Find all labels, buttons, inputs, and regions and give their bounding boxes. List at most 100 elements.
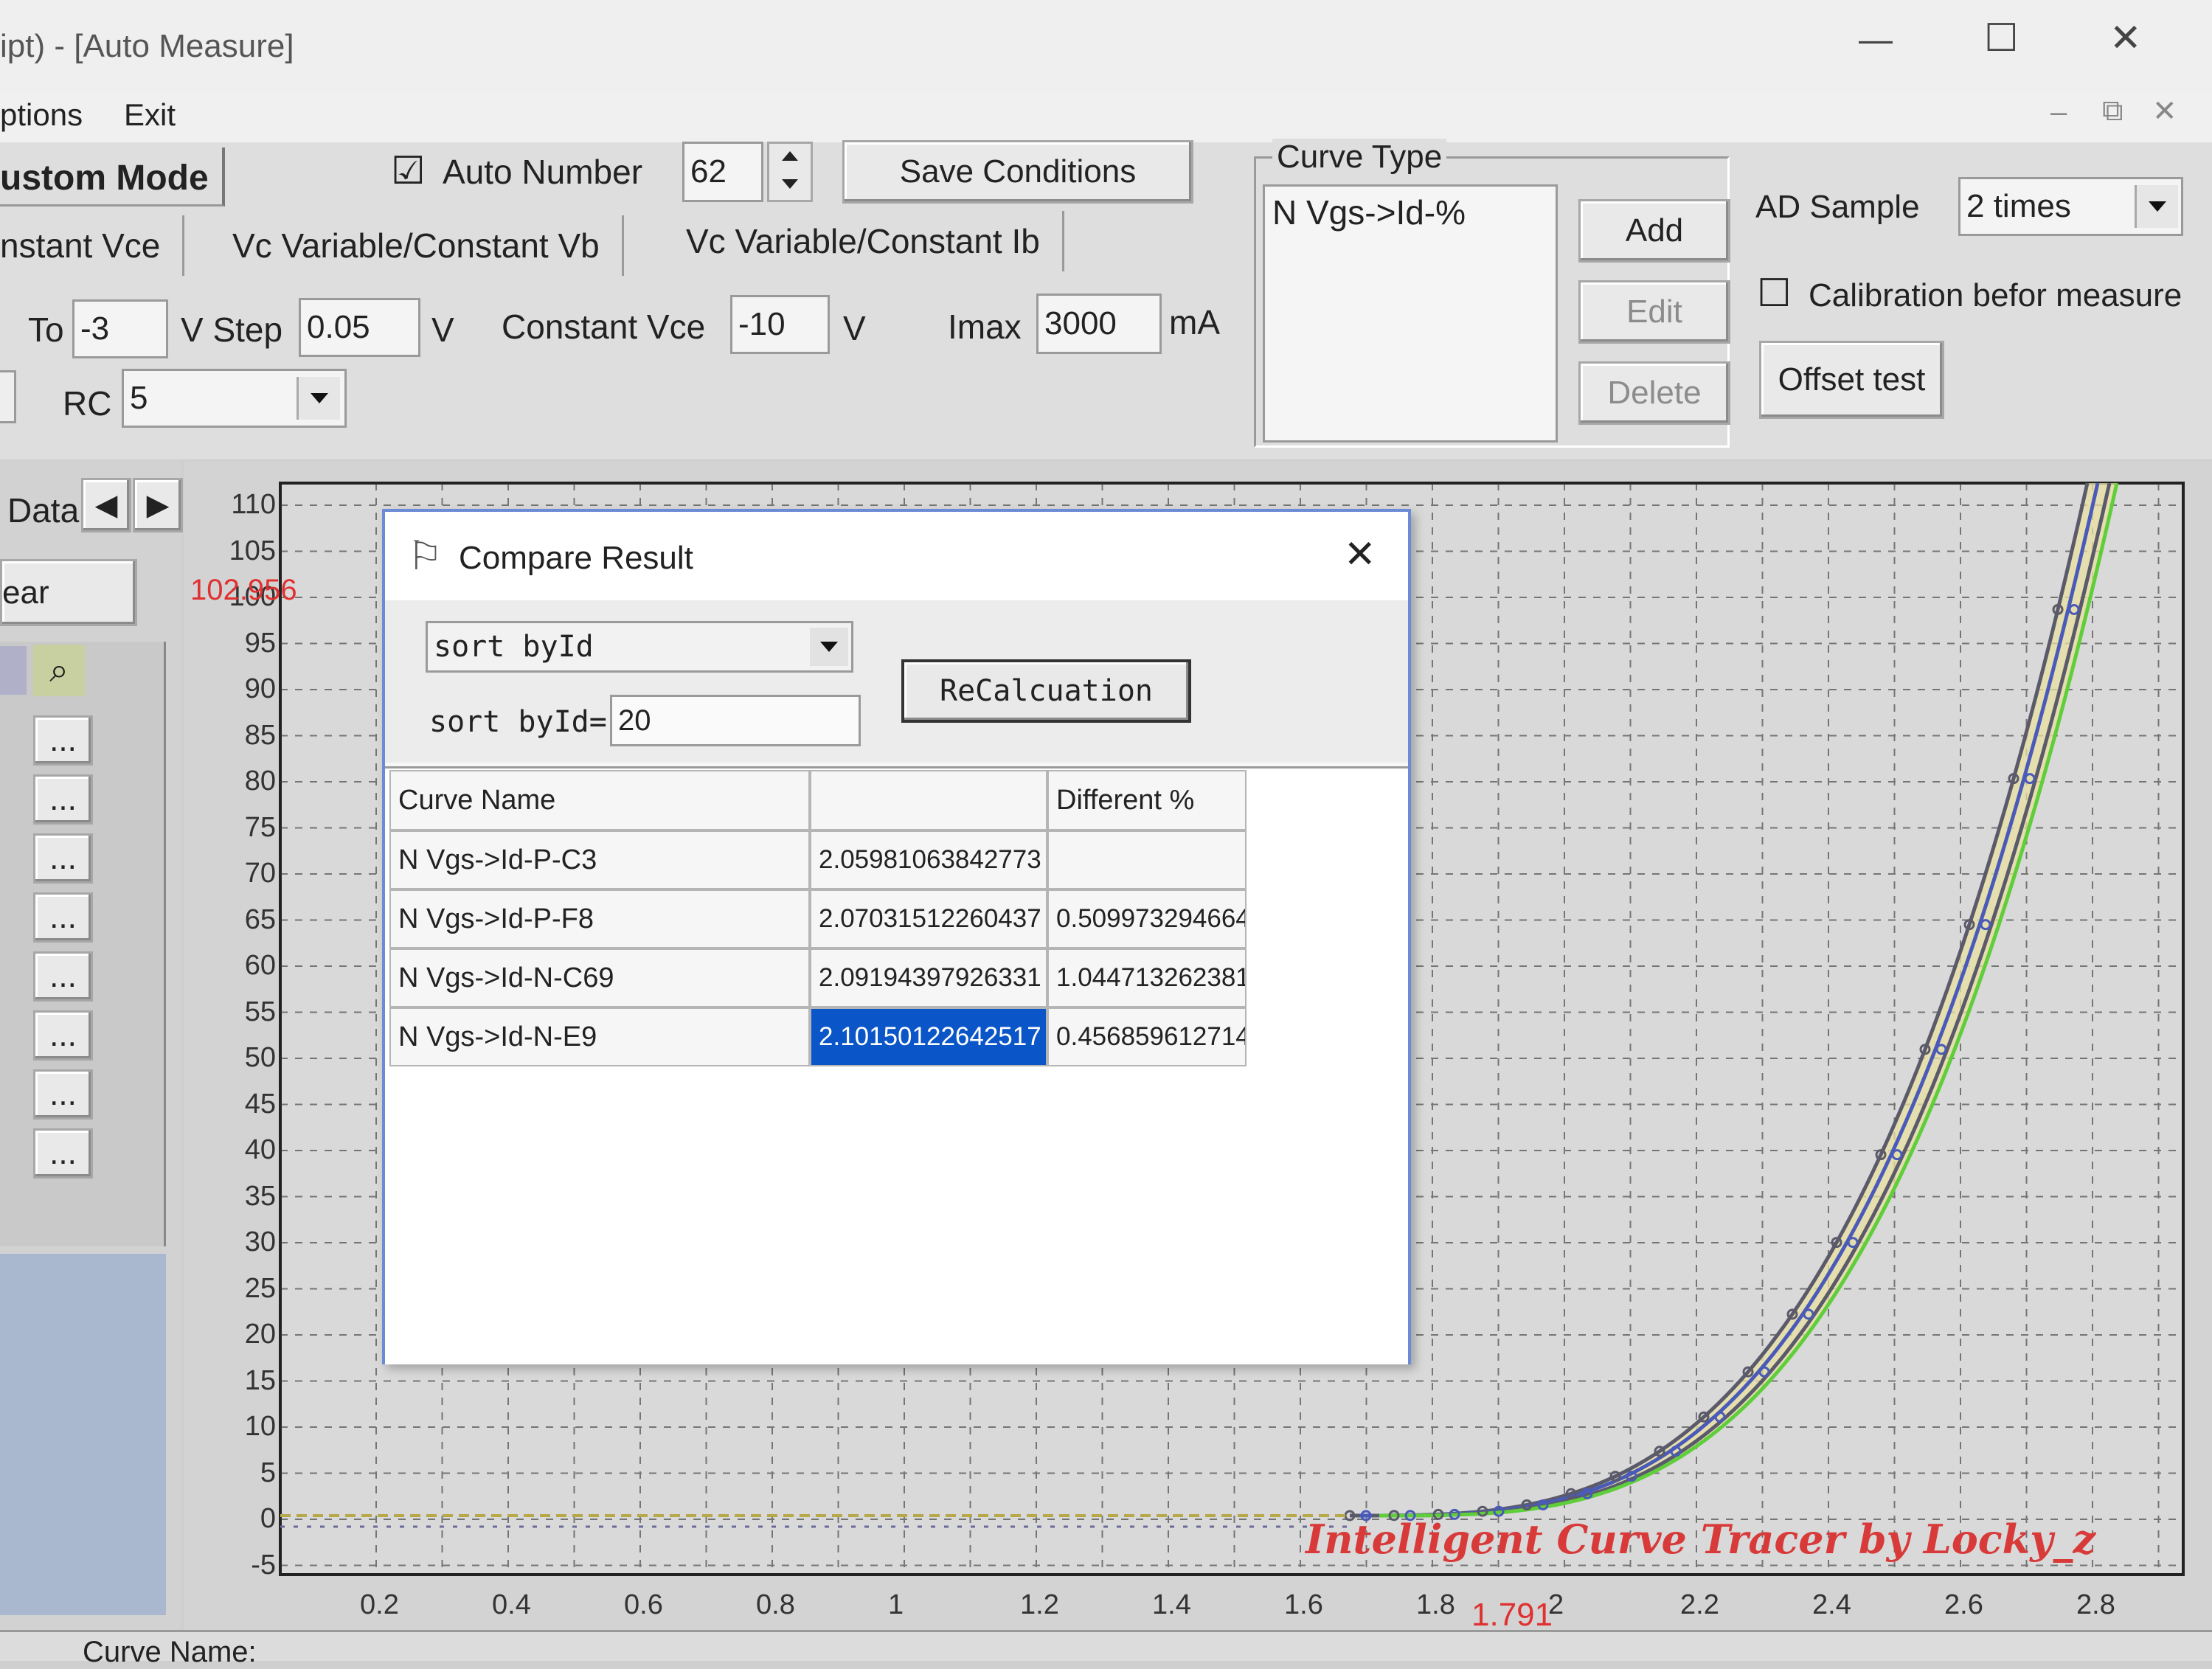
- table-row-value[interactable]: 2.07031512260437: [810, 889, 1047, 948]
- x-marker-value: 1.791: [1471, 1597, 1553, 1633]
- data-label: Data: [7, 491, 80, 530]
- calibration-checkbox[interactable]: ☐: [1757, 271, 1792, 316]
- column-header-different[interactable]: Different %: [1047, 770, 1247, 830]
- table-row-diff[interactable]: 0.456859612714: [1047, 1007, 1247, 1066]
- menu-options[interactable]: ptions: [0, 97, 83, 133]
- x-tick-label: 0.2: [360, 1589, 399, 1620]
- y-tick-label: 55: [244, 996, 276, 1027]
- tab-vc-variable-ib[interactable]: Vc Variable/Constant Ib: [664, 211, 1064, 271]
- row-button-8[interactable]: ...: [33, 1128, 93, 1179]
- y-tick-label: 10: [244, 1411, 276, 1442]
- next-arrow-button[interactable]: ▶: [133, 478, 183, 532]
- sort-select-value: sort byId: [434, 630, 594, 664]
- mdi-restore-icon[interactable]: ⧉: [2102, 94, 2123, 128]
- step-label: V Step: [181, 310, 283, 349]
- x-tick-label: 2.8: [2076, 1589, 2115, 1620]
- to-label: To: [28, 310, 64, 349]
- ad-sample-dropdown-button[interactable]: [2135, 185, 2178, 228]
- sort-value-input[interactable]: 20: [610, 695, 861, 746]
- step-unit: V: [431, 310, 454, 349]
- row-button-1[interactable]: ...: [33, 715, 93, 766]
- table-row-diff[interactable]: [1047, 830, 1247, 889]
- maximize-icon[interactable]: ☐: [1984, 16, 2019, 60]
- offset-test-button[interactable]: Offset test: [1759, 341, 1944, 419]
- y-tick-label: 20: [244, 1319, 276, 1350]
- curve-type-list[interactable]: N Vgs->Id-%: [1263, 184, 1558, 443]
- x-tick-label: 0.6: [624, 1589, 663, 1620]
- table-row-name[interactable]: N Vgs->Id-N-E9: [389, 1007, 810, 1066]
- rc-select[interactable]: 5: [122, 369, 347, 428]
- edit-button[interactable]: Edit: [1578, 280, 1730, 344]
- delete-button[interactable]: Delete: [1578, 361, 1730, 425]
- row-button-6[interactable]: ...: [33, 1010, 93, 1061]
- ad-sample-select[interactable]: 2 times: [1958, 177, 2183, 236]
- status-bar: [0, 1630, 2212, 1661]
- rc-value: 5: [130, 380, 148, 416]
- auto-number-input[interactable]: 62: [682, 142, 763, 202]
- search-icon[interactable]: ⌕: [33, 645, 85, 696]
- tab-constant-vce[interactable]: nstant Vce: [0, 215, 185, 276]
- left-combo-stub[interactable]: [0, 370, 16, 423]
- spinner-up-icon[interactable]: [782, 151, 798, 161]
- menu-exit[interactable]: Exit: [124, 97, 176, 133]
- tool-icon[interactable]: [0, 646, 27, 695]
- x-tick-label: 2.6: [1944, 1589, 1983, 1620]
- table-row-value-selected[interactable]: 2.10150122642517: [810, 1007, 1047, 1066]
- chevron-down-icon: [820, 642, 838, 652]
- tab-vc-variable-vb[interactable]: Vc Variable/Constant Vb: [210, 215, 624, 276]
- curve-type-item[interactable]: N Vgs->Id-%: [1272, 192, 1466, 232]
- y-tick-label: 70: [244, 858, 276, 889]
- to-input[interactable]: -3: [72, 299, 168, 358]
- x-tick-label: 1.2: [1020, 1589, 1059, 1620]
- prev-arrow-button[interactable]: ◀: [81, 478, 131, 532]
- row-button-3[interactable]: ...: [33, 833, 93, 884]
- auto-number-spinner[interactable]: [767, 142, 813, 202]
- rc-dropdown-button[interactable]: [297, 377, 340, 420]
- row-button-5[interactable]: ...: [33, 951, 93, 1002]
- y-tick-label: 40: [244, 1134, 276, 1165]
- imax-input[interactable]: 3000: [1036, 294, 1162, 354]
- imax-unit: mA: [1169, 303, 1220, 341]
- minimize-icon[interactable]: —: [1859, 19, 1893, 59]
- window-title: ipt) - [Auto Measure]: [0, 28, 294, 64]
- table-row-name[interactable]: N Vgs->Id-P-F8: [389, 889, 810, 948]
- left-list: ⌕ ... ... ... ... ... ... ... ...: [0, 642, 166, 1246]
- chevron-down-icon: [311, 393, 328, 403]
- curve-name-status: Curve Name:: [83, 1636, 257, 1668]
- recalculation-button[interactable]: ReCalcuation: [901, 659, 1191, 723]
- sort-dropdown-button[interactable]: [810, 628, 848, 666]
- y-tick-label: 45: [244, 1088, 276, 1120]
- menu-bar: [0, 92, 2212, 142]
- auto-number-checkbox[interactable]: ☑: [391, 149, 426, 193]
- mdi-minimize-icon[interactable]: –: [2050, 96, 2067, 129]
- row-button-4[interactable]: ...: [33, 892, 93, 943]
- table-row-value[interactable]: 2.05981063842773: [810, 830, 1047, 889]
- table-row-diff[interactable]: 1.044713262381: [1047, 948, 1247, 1007]
- add-button[interactable]: Add: [1578, 199, 1730, 263]
- column-header-value[interactable]: [810, 770, 1047, 830]
- spinner-down-icon[interactable]: [782, 179, 798, 189]
- close-icon[interactable]: ✕: [2109, 16, 2142, 60]
- table-row-name[interactable]: N Vgs->Id-N-C69: [389, 948, 810, 1007]
- table-row-diff[interactable]: 0.509973294664: [1047, 889, 1247, 948]
- x-tick-label: 0.8: [756, 1589, 795, 1620]
- left-blue-area: [0, 1254, 166, 1615]
- ad-sample-value: 2 times: [1966, 188, 2071, 224]
- vce-input[interactable]: -10: [730, 295, 830, 354]
- x-tick-label: 1.4: [1152, 1589, 1191, 1620]
- y-tick-label: 110: [231, 489, 276, 520]
- mdi-close-icon[interactable]: ✕: [2152, 94, 2177, 128]
- step-input[interactable]: 0.05: [299, 298, 420, 357]
- row-button-7[interactable]: ...: [33, 1069, 93, 1120]
- save-conditions-button[interactable]: Save Conditions: [842, 140, 1193, 204]
- mode-tab[interactable]: ustom Mode: [0, 148, 225, 207]
- row-button-2[interactable]: ...: [33, 774, 93, 825]
- clear-button[interactable]: ear: [0, 559, 137, 626]
- mode-label: ustom Mode: [0, 159, 209, 198]
- dialog-close-icon[interactable]: ✕: [1344, 532, 1376, 577]
- table-row-value[interactable]: 2.09194397926331: [810, 948, 1047, 1007]
- table-row-name[interactable]: N Vgs->Id-P-C3: [389, 830, 810, 889]
- sort-select[interactable]: sort byId: [426, 621, 853, 673]
- y-tick-label: 75: [244, 811, 276, 843]
- column-header-curve-name[interactable]: Curve Name: [389, 770, 810, 830]
